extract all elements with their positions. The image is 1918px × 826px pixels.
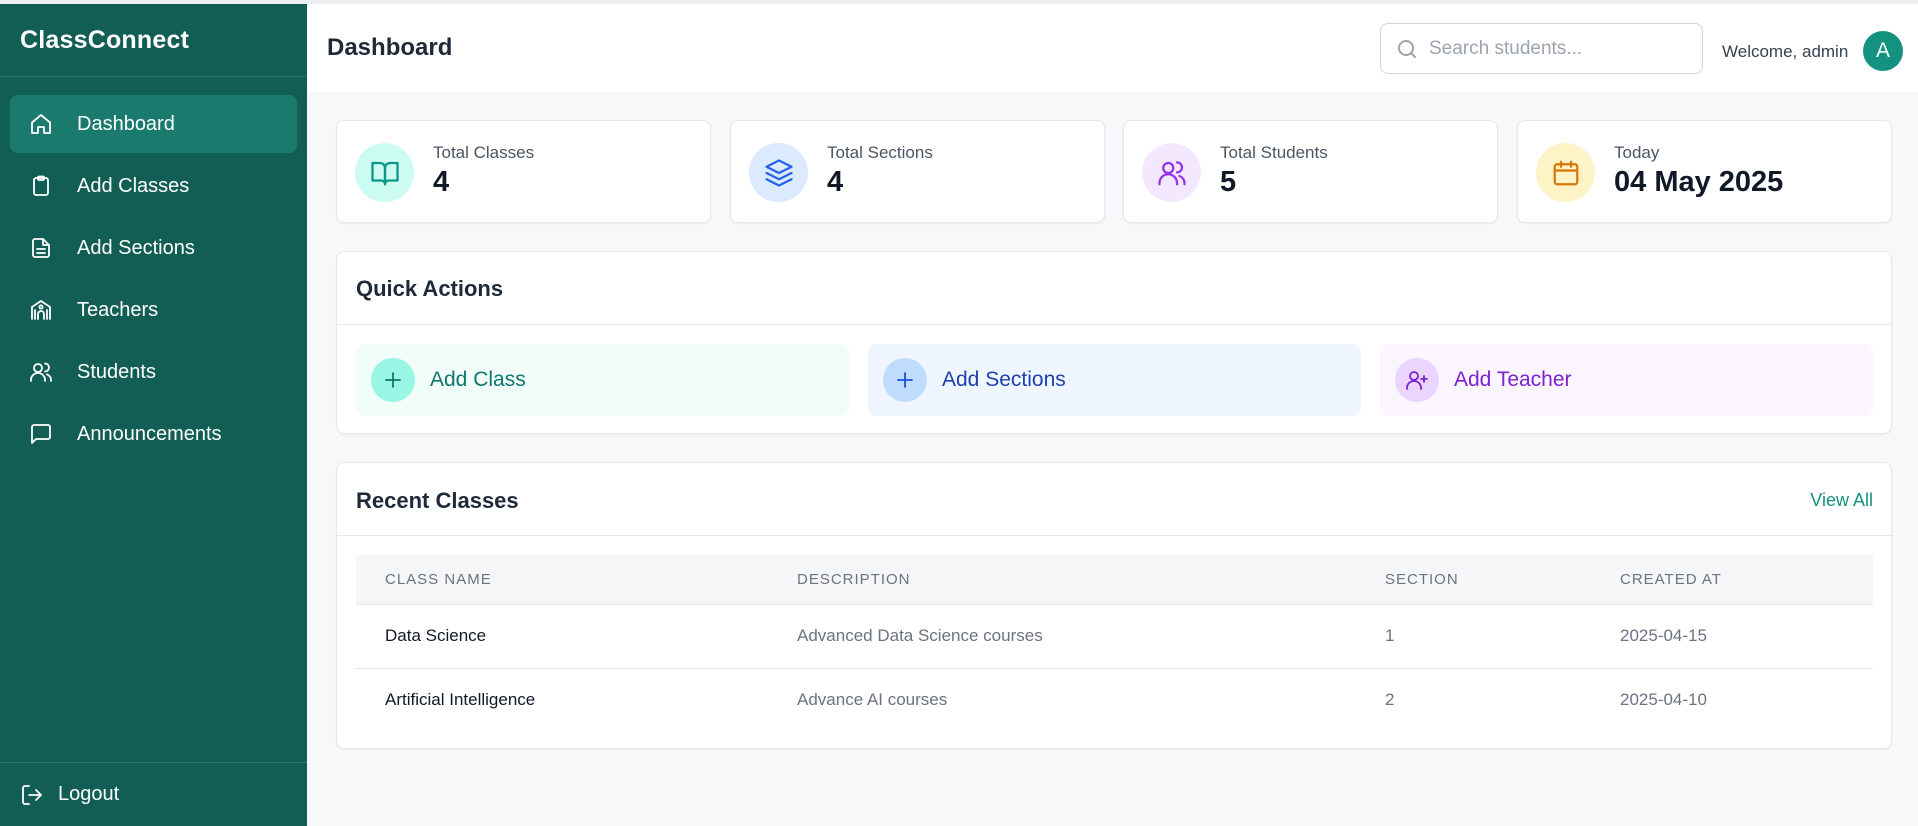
- stats-row: Total Classes 4 Total Sections 4 Total S…: [336, 120, 1892, 223]
- sidebar-item-add-sections[interactable]: Add Sections: [10, 219, 297, 277]
- recent-classes-card: Recent Classes View All CLASS NAME DESCR…: [336, 462, 1892, 749]
- book-open-icon: [355, 143, 414, 202]
- cell-section: 2: [1385, 690, 1395, 710]
- cell-class-name: Data Science: [356, 604, 768, 669]
- stat-label: Total Students: [1220, 143, 1328, 162]
- table-row[interactable]: Artificial Intelligence Advance AI cours…: [356, 668, 1873, 732]
- quick-action-label: Add Class: [430, 368, 526, 391]
- plus-icon: [883, 358, 927, 402]
- column-header-created-at[interactable]: CREATED AT: [1591, 555, 1873, 605]
- stat-value: 04 May 2025: [1614, 166, 1784, 198]
- stat-label: Total Sections: [827, 143, 933, 162]
- layers-icon: [749, 143, 808, 202]
- stat-card-total-classes: Total Classes 4: [336, 120, 711, 223]
- cell-class-name: Artificial Intelligence: [385, 690, 536, 710]
- page-title: Dashboard: [327, 34, 453, 61]
- sidebar-item-label: Teachers: [77, 298, 159, 321]
- app-logo: ClassConnect: [0, 4, 307, 77]
- stat-value: 5: [1220, 166, 1237, 198]
- sidebar-item-dashboard[interactable]: Dashboard: [10, 95, 297, 153]
- search-input[interactable]: [1429, 24, 1691, 73]
- cell-created-at: 2025-04-15: [1591, 604, 1873, 669]
- search-box: [1380, 23, 1703, 74]
- table-header-row: CLASS NAME DESCRIPTION SECTION CREATED A…: [356, 555, 1873, 605]
- user-plus-icon: [1395, 358, 1439, 402]
- sidebar-footer: Logout: [0, 762, 307, 826]
- column-header-description[interactable]: DESCRIPTION: [768, 555, 1356, 605]
- sidebar-item-label: Students: [77, 360, 156, 383]
- divider: [337, 535, 1891, 536]
- sidebar-item-add-classes[interactable]: Add Classes: [10, 157, 297, 215]
- clipboard-icon: [29, 174, 53, 198]
- sidebar-item-announcements[interactable]: Announcements: [10, 405, 297, 463]
- welcome-text: Welcome, admin: [1722, 42, 1849, 61]
- sidebar-item-label: Announcements: [77, 422, 222, 445]
- quick-actions-title: Quick Actions: [356, 276, 504, 301]
- avatar[interactable]: A: [1863, 31, 1903, 71]
- search-icon: [1395, 37, 1419, 61]
- logout-button[interactable]: Logout: [0, 763, 307, 826]
- recent-classes-title: Recent Classes: [356, 488, 519, 513]
- quick-action-label: Add Teacher: [1454, 368, 1572, 391]
- sidebar-item-label: Dashboard: [77, 112, 175, 135]
- stat-value: 4: [827, 166, 844, 198]
- add-sections-button[interactable]: Add Sections: [868, 344, 1361, 416]
- add-teacher-button[interactable]: Add Teacher: [1380, 344, 1873, 416]
- stat-card-total-sections: Total Sections 4: [730, 120, 1105, 223]
- users-icon: [1142, 143, 1201, 202]
- recent-classes-table: CLASS NAME DESCRIPTION SECTION CREATED A…: [356, 555, 1873, 732]
- sidebar-item-label: Add Classes: [77, 174, 190, 197]
- sidebar-item-label: Add Sections: [77, 236, 195, 259]
- sidebar-nav: Dashboard Add Classes Add Sections Teach…: [0, 77, 307, 463]
- quick-actions-card: Quick Actions Add Class Add Sections Add…: [336, 251, 1892, 434]
- sidebar: ClassConnect Dashboard Add Classes Add S…: [0, 0, 307, 826]
- cell-section: 1: [1356, 604, 1591, 669]
- cell-created-at: 2025-04-10: [1620, 690, 1707, 710]
- sidebar-item-students[interactable]: Students: [10, 343, 297, 401]
- logout-label: Logout: [58, 783, 120, 805]
- plus-icon: [371, 358, 415, 402]
- file-text-icon: [29, 236, 53, 260]
- column-header-class-name[interactable]: CLASS NAME: [356, 555, 768, 605]
- users-icon: [29, 360, 53, 384]
- cell-description: Advance AI courses: [797, 690, 948, 710]
- column-header-section[interactable]: SECTION: [1356, 555, 1591, 605]
- top-header: Dashboard Welcome, admin A: [307, 0, 1918, 92]
- stat-label: Today: [1614, 143, 1660, 162]
- school-icon: [29, 298, 53, 322]
- log-out-icon: [20, 783, 44, 807]
- stat-value: 4: [433, 166, 450, 198]
- divider: [337, 324, 1891, 325]
- stat-label: Total Classes: [433, 143, 535, 162]
- calendar-icon: [1536, 143, 1595, 202]
- view-all-link[interactable]: View All: [1810, 490, 1873, 511]
- add-class-button[interactable]: Add Class: [356, 344, 849, 416]
- quick-action-label: Add Sections: [942, 368, 1066, 391]
- home-icon: [29, 112, 53, 136]
- message-square-icon: [29, 422, 53, 446]
- sidebar-item-teachers[interactable]: Teachers: [10, 281, 297, 339]
- stat-card-total-students: Total Students 5: [1123, 120, 1498, 223]
- stat-card-today: Today 04 May 2025: [1517, 120, 1892, 223]
- table-row[interactable]: Data Science Advanced Data Science cours…: [356, 604, 1873, 669]
- cell-description: Advanced Data Science courses: [768, 604, 1356, 669]
